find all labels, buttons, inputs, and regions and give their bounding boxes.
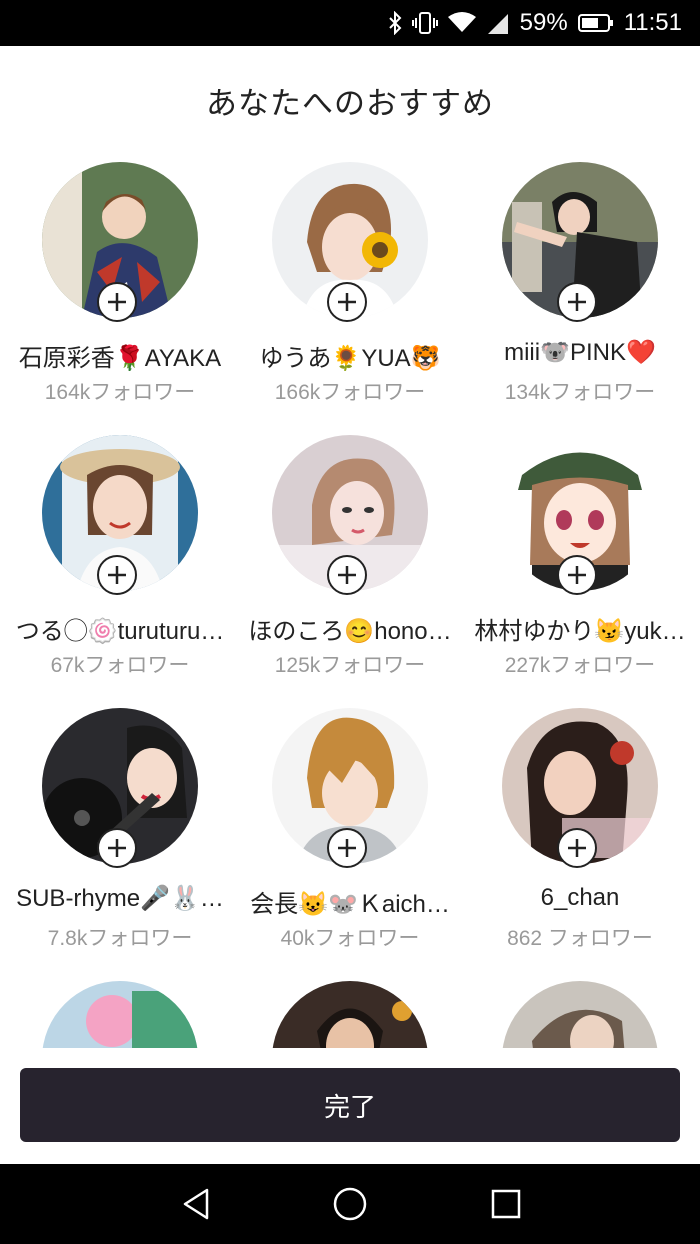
follow-button[interactable]: [97, 282, 137, 322]
follower-count: 67kフォロワー: [50, 654, 190, 677]
recommendation-card[interactable]: 林村ゆかり😼yuk… 227kフォロワー: [465, 435, 695, 685]
recommendation-card[interactable]: [235, 981, 465, 1048]
plus-icon: [338, 839, 356, 857]
done-button[interactable]: 完了: [20, 1068, 680, 1142]
recommendation-card[interactable]: ゆうあ🌻YUA🐯 166kフォロワー: [235, 162, 465, 412]
recommendation-card[interactable]: [465, 981, 695, 1048]
user-name: つる◯🍥turuturu…: [15, 618, 225, 645]
page-title: あなたへのおすすめ: [206, 86, 494, 122]
recents-icon: [491, 1189, 521, 1219]
plus-icon: [108, 293, 126, 311]
follow-button[interactable]: [327, 282, 367, 322]
follower-count: 7.8kフォロワー: [47, 927, 193, 950]
recommendation-card[interactable]: 6_chan 862 フォロワー: [465, 708, 695, 958]
avatar[interactable]: [42, 981, 198, 1048]
follower-count: 134kフォロワー: [504, 381, 656, 404]
user-name: 会長😺🐭Ｋaich…: [250, 891, 450, 918]
follow-button[interactable]: [97, 555, 137, 595]
plus-icon: [568, 566, 586, 584]
follow-button[interactable]: [557, 555, 597, 595]
plus-icon: [568, 293, 586, 311]
user-name: ほのころ😊hono…: [248, 618, 452, 645]
recommendation-card[interactable]: SUB-rhyme🎤🐰… 7.8kフォロワー: [5, 708, 235, 958]
follower-count: 164kフォロワー: [44, 381, 196, 404]
plus-icon: [108, 839, 126, 857]
back-icon: [183, 1188, 209, 1220]
follow-button[interactable]: [557, 282, 597, 322]
recommendation-card[interactable]: miii🐨PINK❤️ 134kフォロワー: [465, 162, 695, 412]
recommendation-grid[interactable]: あなたへのおすすめ 石原彩香🌹AYAKA 164kフォロワー ゆうあ🌻YUA🐯 …: [0, 0, 700, 1048]
back-button[interactable]: [176, 1184, 216, 1224]
home-button[interactable]: [330, 1184, 370, 1224]
follower-count: 227kフォロワー: [504, 654, 656, 677]
user-name: SUB-rhyme🎤🐰…: [16, 885, 224, 912]
avatar[interactable]: [502, 981, 658, 1048]
follow-button[interactable]: [97, 828, 137, 868]
follower-count: 862 フォロワー: [507, 927, 653, 950]
recommendation-card[interactable]: ほのころ😊hono… 125kフォロワー: [235, 435, 465, 685]
user-name: 林村ゆかり😼yuk…: [474, 618, 686, 645]
recommendation-card[interactable]: つる◯🍥turuturu… 67kフォロワー: [5, 435, 235, 685]
user-name: miii🐨PINK❤️: [504, 339, 656, 366]
footer: 完了: [0, 1048, 700, 1164]
recommendation-card[interactable]: 石原彩香🌹AYAKA 164kフォロワー: [5, 162, 235, 412]
recommendation-card[interactable]: [5, 981, 235, 1048]
user-name: ゆうあ🌻YUA🐯: [259, 345, 441, 372]
follow-button[interactable]: [327, 828, 367, 868]
plus-icon: [338, 293, 356, 311]
follow-button[interactable]: [557, 828, 597, 868]
follower-count: 40kフォロワー: [280, 927, 420, 950]
plus-icon: [568, 839, 586, 857]
user-name: 石原彩香🌹AYAKA: [18, 345, 222, 372]
recents-button[interactable]: [486, 1184, 526, 1224]
follower-count: 125kフォロワー: [274, 654, 426, 677]
avatar[interactable]: [272, 981, 428, 1048]
plus-icon: [108, 566, 126, 584]
follow-button[interactable]: [327, 555, 367, 595]
navigation-bar: [0, 1164, 700, 1244]
user-name: 6_chan: [540, 884, 620, 911]
follower-count: 166kフォロワー: [274, 381, 426, 404]
plus-icon: [338, 566, 356, 584]
recommendation-card[interactable]: 会長😺🐭Ｋaich… 40kフォロワー: [235, 708, 465, 958]
home-icon: [333, 1187, 367, 1221]
